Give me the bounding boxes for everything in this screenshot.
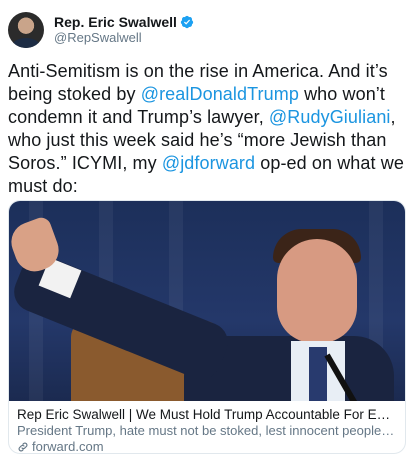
mention-link[interactable]: @RudyGiuliani <box>269 107 391 127</box>
mention-link[interactable]: @jdforward <box>162 153 255 173</box>
card-domain[interactable]: forward.com <box>17 439 397 453</box>
card-title[interactable]: Rep Eric Swalwell | We Must Hold Trump A… <box>17 407 397 423</box>
link-preview-card[interactable]: Rep Eric Swalwell | We Must Hold Trump A… <box>8 200 406 454</box>
face-shape <box>277 239 357 343</box>
avatar[interactable] <box>8 12 44 48</box>
verified-badge-icon <box>180 15 194 29</box>
card-description: President Trump, hate must not be stoked… <box>17 423 397 438</box>
author-handle[interactable]: @RepSwalwell <box>54 30 194 46</box>
author-display-name-text[interactable]: Rep. Eric Swalwell <box>54 14 177 30</box>
tweet-header: Rep. Eric Swalwell @RepSwalwell <box>8 10 408 50</box>
author-display-name[interactable]: Rep. Eric Swalwell <box>54 14 194 30</box>
card-image[interactable] <box>9 201 405 401</box>
card-domain-text[interactable]: forward.com <box>32 439 104 453</box>
author-names: Rep. Eric Swalwell @RepSwalwell <box>54 14 194 46</box>
tweet: Rep. Eric Swalwell @RepSwalwell Anti-Sem… <box>0 0 416 458</box>
tweet-text: Anti-Semitism is on the rise in America.… <box>8 60 408 198</box>
card-info[interactable]: Rep Eric Swalwell | We Must Hold Trump A… <box>9 401 405 453</box>
mention-link[interactable]: @realDonaldTrump <box>141 84 299 104</box>
link-icon <box>18 442 28 452</box>
